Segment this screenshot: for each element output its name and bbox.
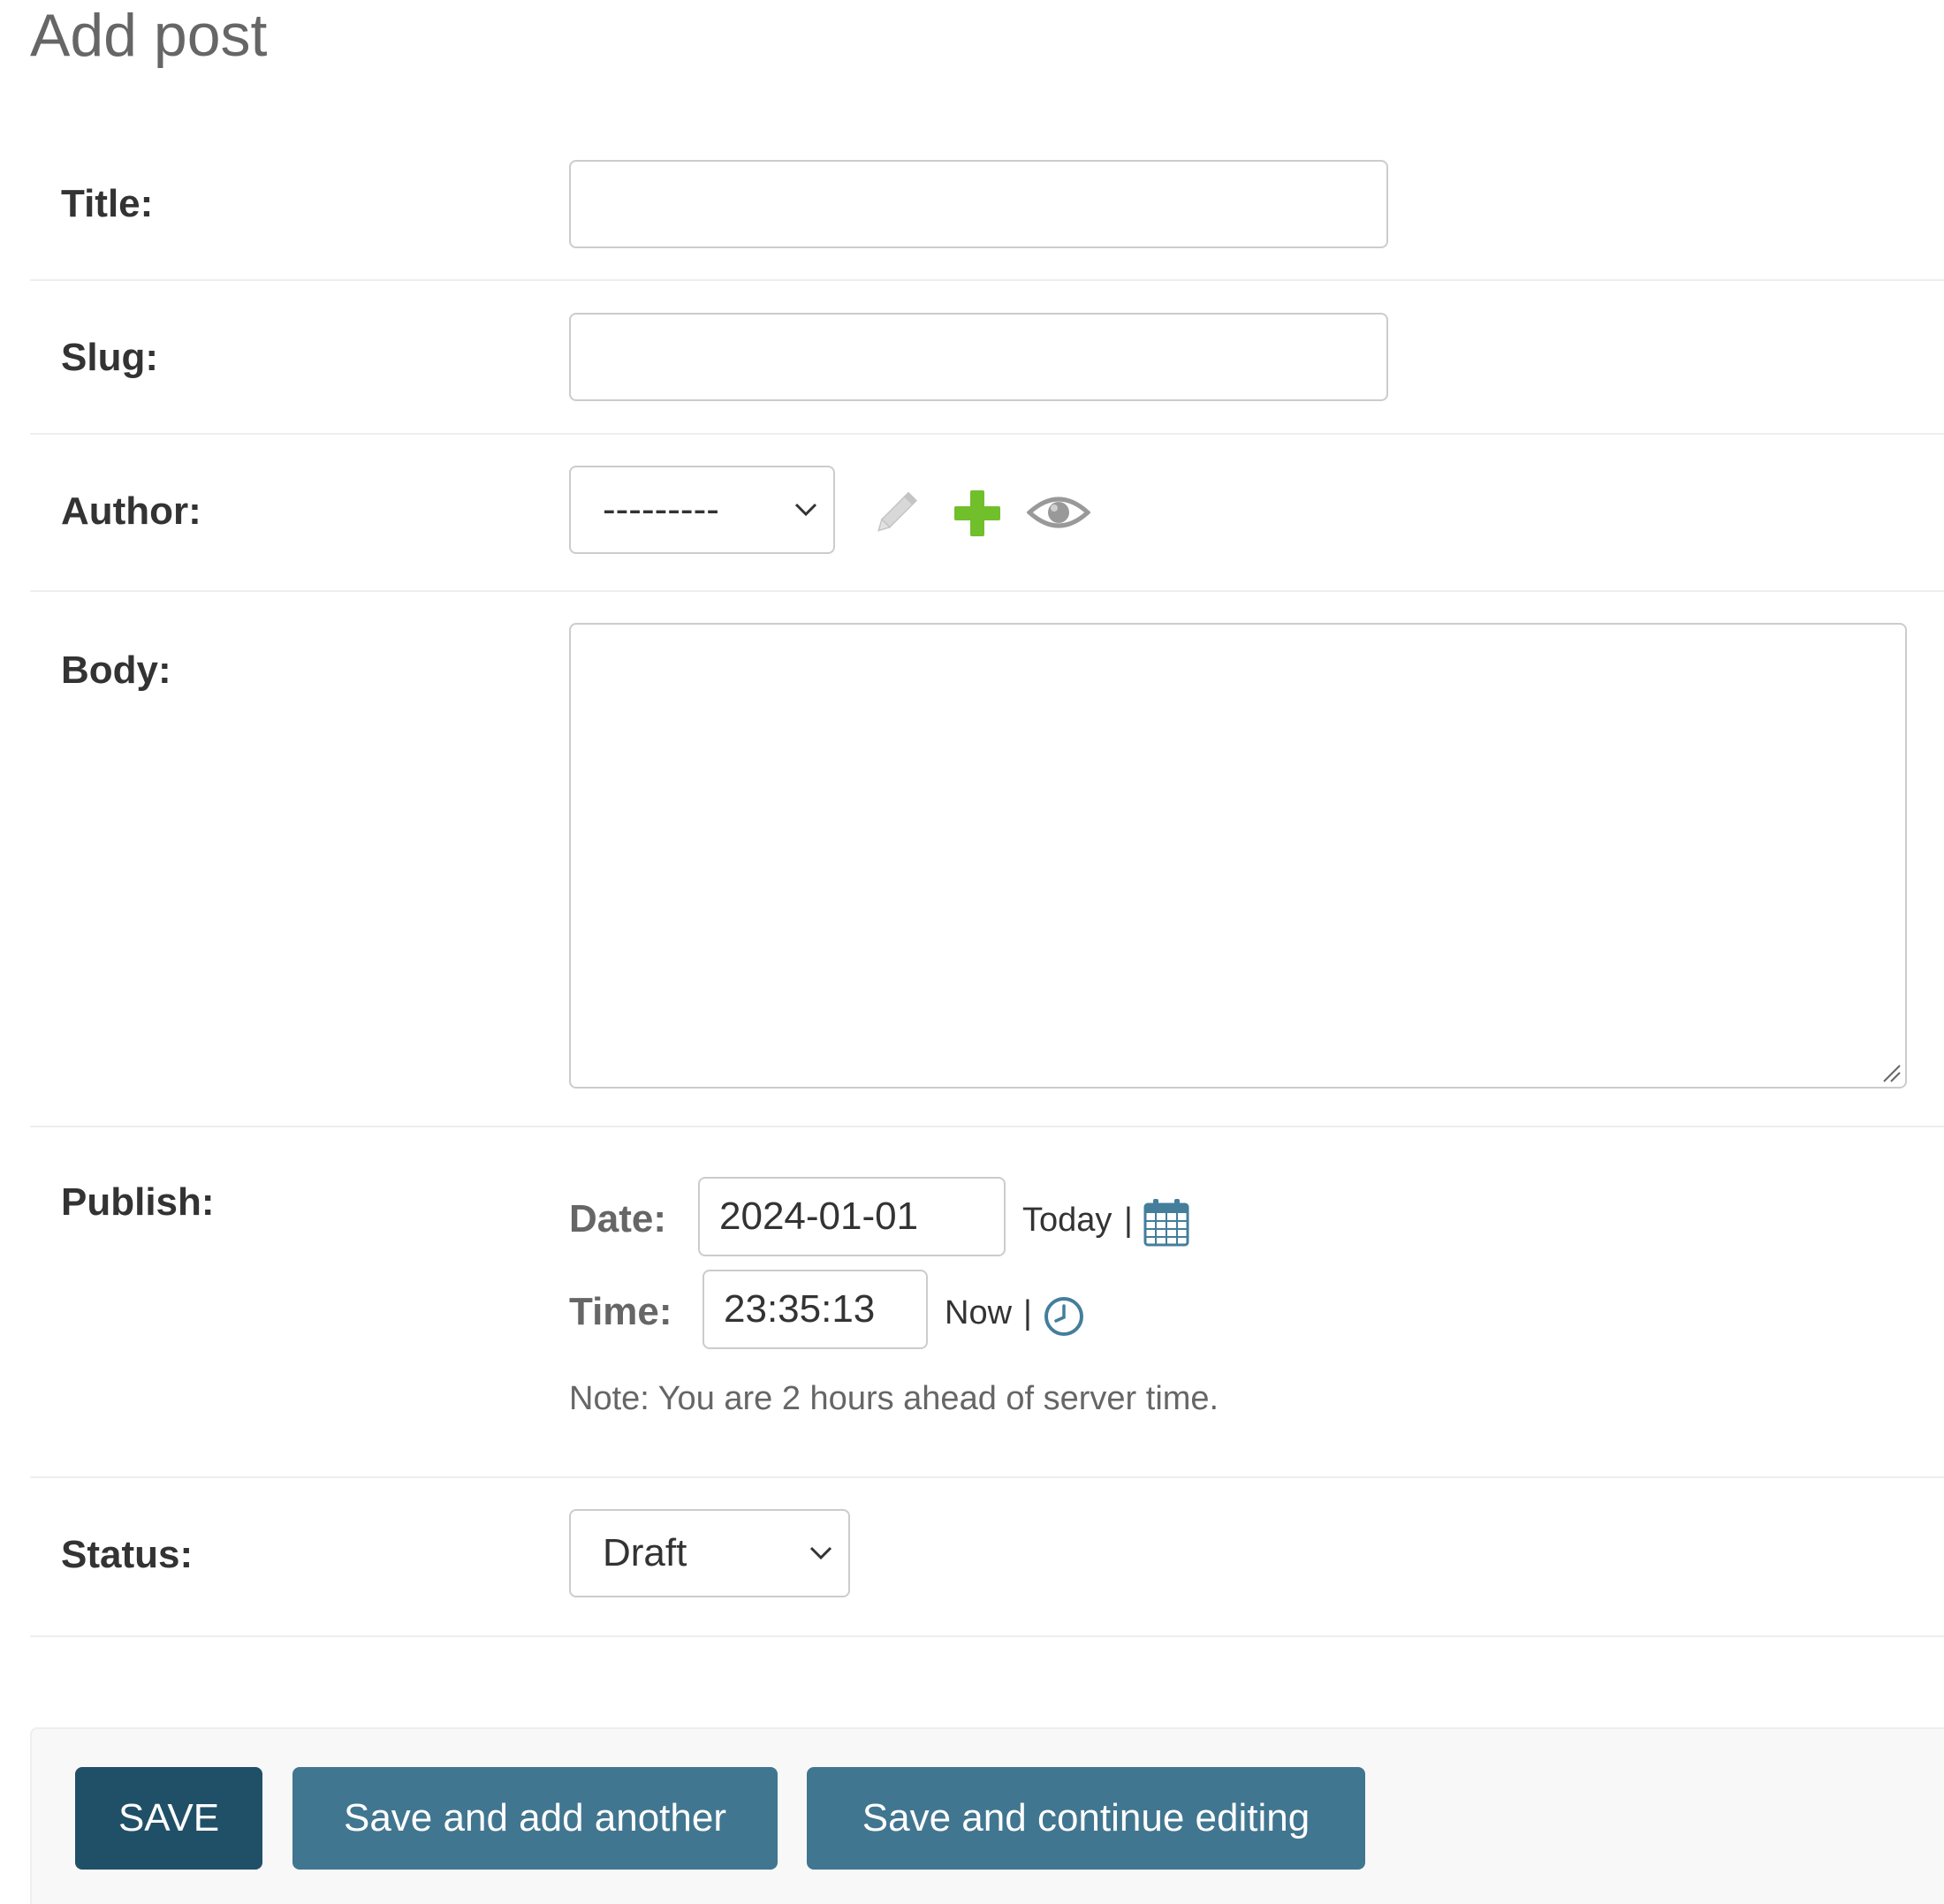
status-select[interactable]: Draft bbox=[569, 1509, 850, 1597]
clock-icon[interactable] bbox=[1043, 1295, 1085, 1338]
time-separator: | bbox=[1023, 1294, 1032, 1331]
slug-input[interactable] bbox=[569, 313, 1388, 401]
save-and-continue-editing-button[interactable]: Save and continue editing bbox=[807, 1767, 1365, 1870]
date-separator: | bbox=[1124, 1202, 1133, 1239]
author-select-value: --------- bbox=[603, 488, 719, 531]
form-row-status: Status: bbox=[30, 1478, 1944, 1637]
resize-handle-icon[interactable] bbox=[1880, 1062, 1902, 1083]
date-input[interactable] bbox=[698, 1177, 1006, 1256]
save-button[interactable]: SAVE bbox=[75, 1767, 262, 1870]
page-title: Add post bbox=[30, 2, 268, 69]
status-label: Status: bbox=[61, 1533, 194, 1576]
status-select-value: Draft bbox=[603, 1531, 687, 1574]
chevron-down-icon bbox=[794, 503, 817, 517]
today-link[interactable]: Today bbox=[1022, 1202, 1112, 1240]
timezone-note: Note: You are 2 hours ahead of server ti… bbox=[569, 1380, 1219, 1417]
plus-icon[interactable] bbox=[953, 489, 1002, 538]
chevron-down-icon bbox=[809, 1546, 832, 1560]
now-link[interactable]: Now bbox=[945, 1294, 1012, 1332]
save-and-add-another-button[interactable]: Save and add another bbox=[292, 1767, 778, 1870]
eye-icon[interactable] bbox=[1027, 491, 1090, 534]
pencil-icon[interactable] bbox=[868, 486, 923, 541]
time-label: Time: bbox=[569, 1290, 672, 1333]
title-input[interactable] bbox=[569, 160, 1388, 248]
title-label: Title: bbox=[61, 182, 154, 225]
author-label: Author: bbox=[61, 489, 201, 533]
time-input[interactable] bbox=[702, 1270, 928, 1349]
publish-label: Publish: bbox=[61, 1180, 215, 1224]
date-label: Date: bbox=[569, 1197, 667, 1240]
body-label: Body: bbox=[61, 649, 171, 692]
slug-label: Slug: bbox=[61, 336, 158, 379]
author-select[interactable]: --------- bbox=[569, 466, 835, 554]
calendar-icon[interactable] bbox=[1143, 1197, 1189, 1247]
body-textarea[interactable] bbox=[569, 623, 1907, 1089]
